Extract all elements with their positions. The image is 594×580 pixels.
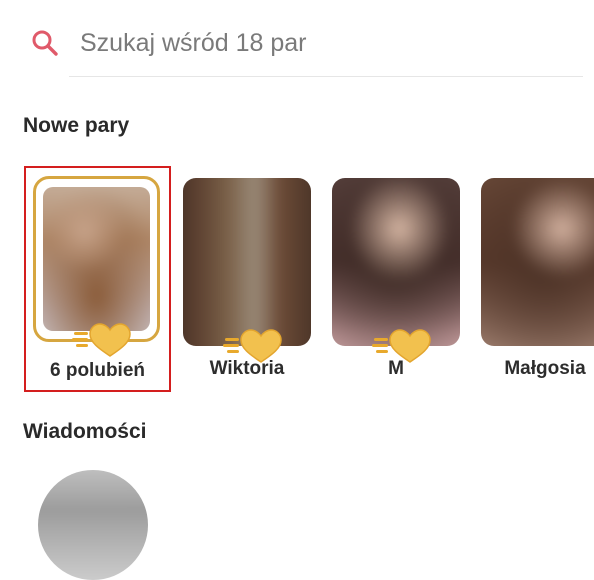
likes-card[interactable]: 6 polubień — [24, 166, 171, 392]
match-photo — [481, 178, 594, 346]
search-divider — [69, 76, 583, 77]
search-input[interactable] — [68, 20, 568, 66]
match-name: Małgosia — [504, 358, 586, 379]
match-photo — [183, 178, 311, 346]
likes-photo — [43, 187, 150, 331]
match-name: Wiktoria — [209, 358, 285, 379]
search-bar[interactable] — [0, 0, 594, 80]
likes-gold-frame — [33, 176, 160, 342]
likes-count-label: 6 polubień — [50, 360, 145, 381]
new-matches-title: Nowe pary — [23, 114, 130, 137]
match-card-wiktoria[interactable]: Wiktoria — [183, 178, 311, 379]
search-icon[interactable] — [31, 29, 59, 57]
gold-heart-icon — [72, 323, 131, 357]
match-name: M — [388, 358, 404, 379]
messages-title: Wiadomości — [23, 420, 147, 443]
match-card-m[interactable]: M — [332, 178, 460, 379]
match-card-malgosia[interactable]: Małgosia — [481, 178, 594, 379]
match-photo — [332, 178, 460, 346]
message-avatar[interactable] — [38, 470, 148, 580]
